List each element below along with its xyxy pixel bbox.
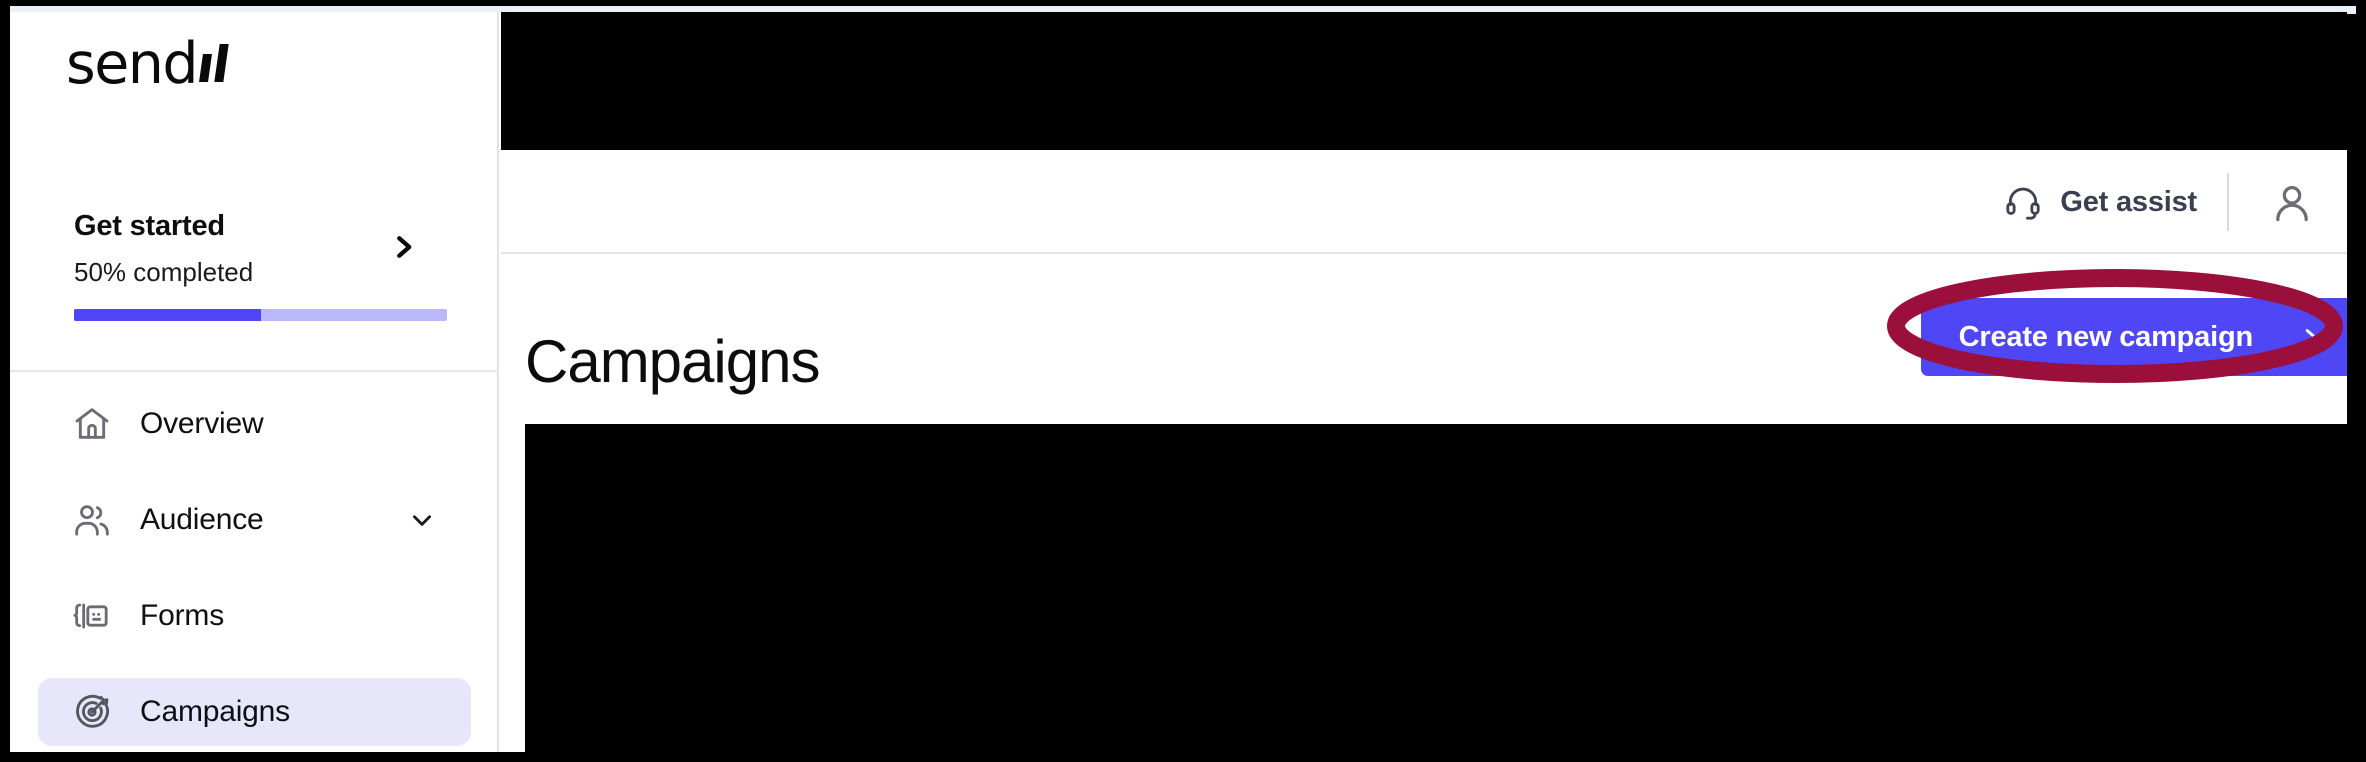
logo-wordmark: send	[66, 30, 199, 97]
sidebar-item-label: Campaigns	[140, 695, 290, 728]
home-icon	[72, 404, 112, 444]
create-new-campaign-button[interactable]: Create new campaign	[1920, 298, 2347, 376]
get-started-progress-label: 50% completed	[74, 257, 254, 287]
sidebar-item-overview[interactable]: Overview	[38, 390, 471, 458]
sidebar-item-label: Overview	[140, 407, 264, 440]
sidebar-item-campaigns[interactable]: Campaigns	[38, 678, 471, 746]
get-assist-label: Get assist	[2060, 185, 2197, 218]
sidebar-nav: Overview Audience Forms Campaigns	[10, 390, 499, 752]
chevron-right-icon	[2299, 326, 2321, 348]
get-started-title: Get started	[74, 210, 225, 242]
get-started-progress-track	[74, 309, 447, 321]
main-content: Get assist Campaigns Create new campaign	[501, 12, 2347, 752]
chevron-down-icon[interactable]	[409, 507, 435, 533]
app-page: send Get started 50% completed Overview …	[10, 12, 2347, 752]
user-account-icon[interactable]	[2269, 180, 2315, 226]
get-assist-button[interactable]: Get assist	[2004, 150, 2197, 254]
sidebar-item-label: Audience	[140, 503, 264, 536]
get-started-panel[interactable]: Get started 50% completed	[10, 182, 499, 372]
sidebar-item-audience[interactable]: Audience	[38, 486, 471, 554]
page-title-row: Campaigns Create new campaign	[501, 254, 2347, 416]
utility-header-bar: Get assist	[501, 150, 2347, 254]
get-started-progress-fill	[74, 309, 261, 321]
sidebar: send Get started 50% completed Overview …	[10, 12, 499, 752]
sidebar-item-forms[interactable]: Forms	[38, 582, 471, 650]
users-icon	[72, 500, 112, 540]
redacted-region-bottom	[525, 424, 2347, 752]
chevron-right-icon[interactable]	[388, 232, 418, 262]
send-logo[interactable]: send	[66, 34, 233, 94]
logo-ticks-icon	[199, 42, 233, 86]
screenshot-frame: send Get started 50% completed Overview …	[0, 0, 2366, 762]
redacted-region-top	[501, 12, 2347, 150]
target-icon	[72, 692, 112, 732]
page-title: Campaigns	[525, 328, 820, 396]
sidebar-item-label: Forms	[140, 599, 224, 632]
header-divider	[2227, 173, 2229, 231]
headset-icon	[2004, 183, 2042, 221]
form-icon	[72, 596, 112, 636]
create-new-campaign-label: Create new campaign	[1958, 320, 2254, 353]
